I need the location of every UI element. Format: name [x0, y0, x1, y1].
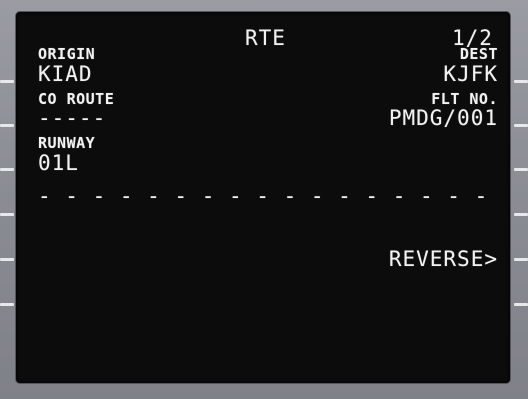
lsk-1r[interactable] [514, 80, 528, 83]
flt-no-label: FLT NO. [431, 90, 498, 108]
lsk-4l[interactable] [0, 213, 14, 216]
page-title: RTE [245, 26, 286, 50]
lsk-2l[interactable] [0, 124, 14, 127]
lsk-2r[interactable] [514, 124, 528, 127]
lsk-3r[interactable] [514, 168, 528, 171]
dest-label: DEST [459, 45, 498, 63]
origin-label: ORIGIN [38, 45, 96, 63]
co-route-label: CO ROUTE [38, 90, 115, 108]
lsk-3l[interactable] [0, 168, 14, 171]
dest-value[interactable]: KJFK [443, 64, 498, 85]
dashed-separator: - - - - - - - - - - - - - - - - - - - - … [38, 186, 498, 200]
runway-label: RUNWAY [38, 134, 96, 152]
co-route-value[interactable]: ----- [38, 108, 106, 129]
reverse-prompt[interactable]: REVERSE> [389, 249, 498, 270]
flt-no-value[interactable]: PMDG/001 [389, 108, 498, 129]
lsk-6l[interactable] [0, 303, 14, 306]
lsk-4r[interactable] [514, 213, 528, 216]
lsk-1l[interactable] [0, 80, 14, 83]
origin-value[interactable]: KIAD [38, 64, 93, 85]
lsk-5r[interactable] [514, 258, 528, 261]
lsk-5l[interactable] [0, 258, 14, 261]
runway-value[interactable]: 01L [38, 153, 79, 174]
lsk-6r[interactable] [514, 303, 528, 306]
